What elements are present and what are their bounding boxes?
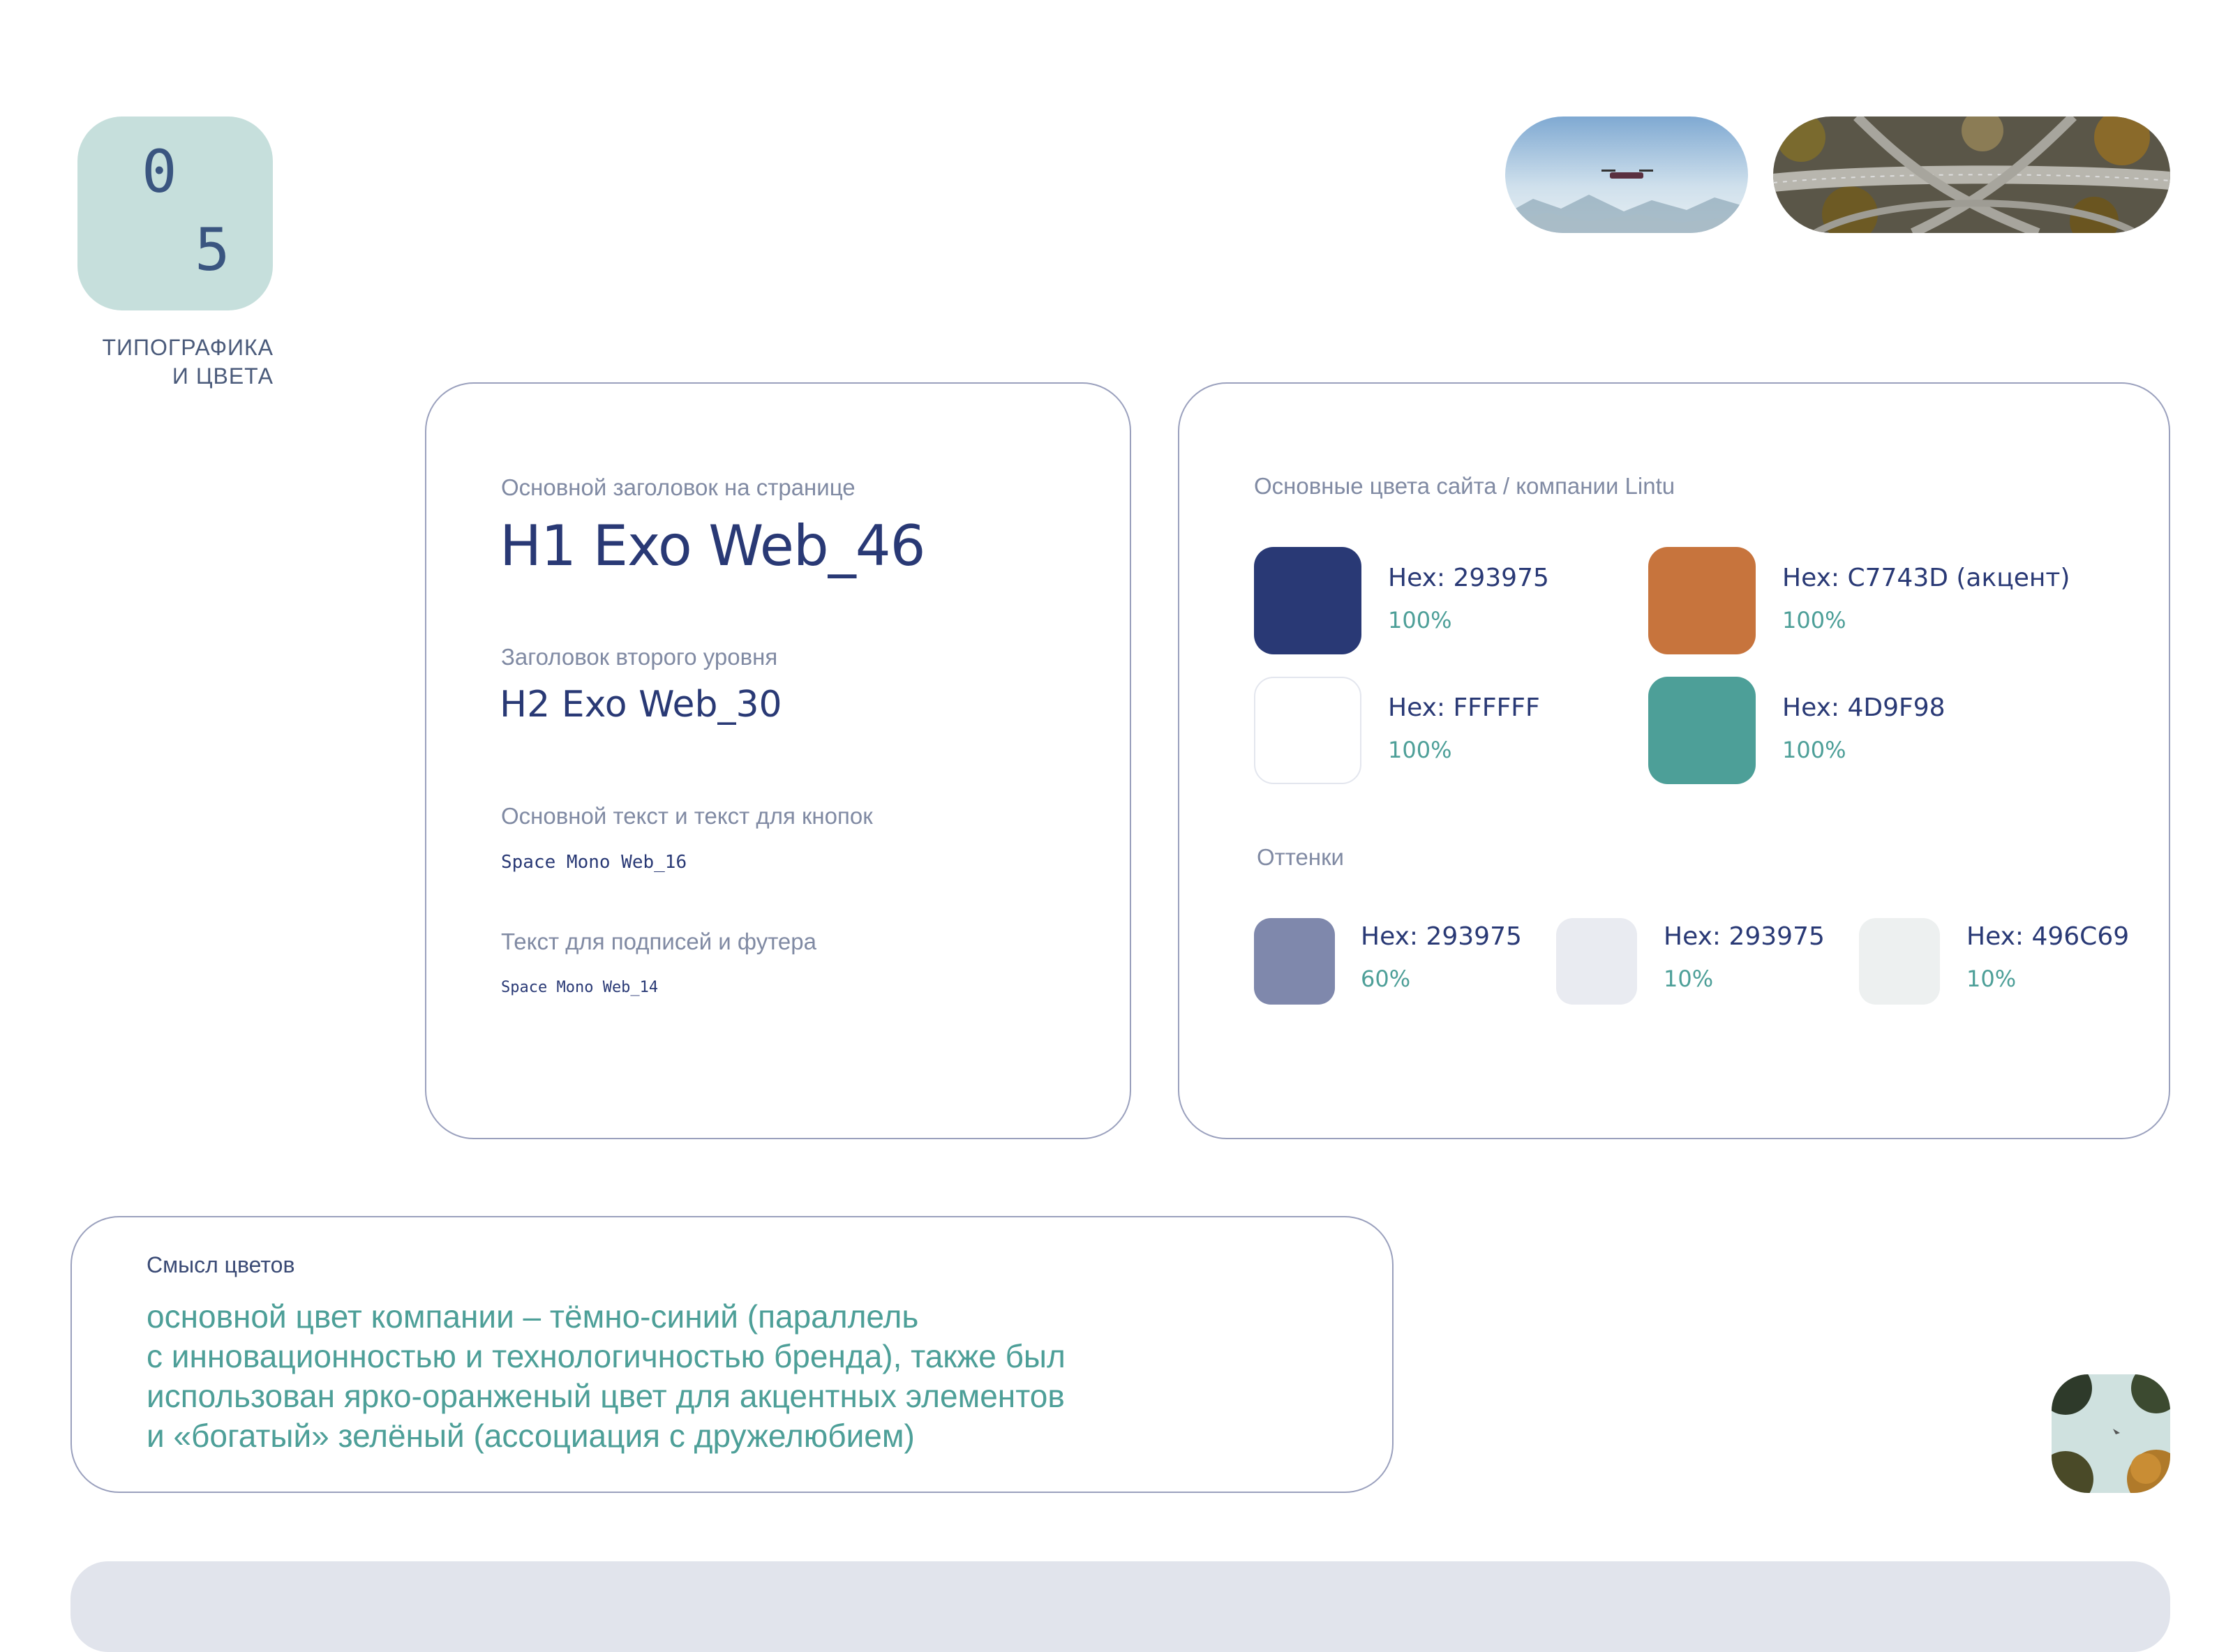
color-meaning-title: Смысл цветов [147, 1252, 295, 1277]
color-meaning-line1: основной цвет компании – тёмно-синий (па… [147, 1298, 919, 1335]
percent-accent-orange: 100% [1782, 607, 1846, 633]
typography-card: Основной заголовок на странице H1 Exo We… [425, 382, 1131, 1139]
section-number-second-digit: 5 [195, 216, 230, 284]
hex-shade-blue-10: Hex: 293975 [1664, 922, 1825, 951]
caption-label: Текст для подписей и футера [501, 929, 816, 954]
section-number-first-digit: 0 [142, 137, 177, 206]
caption-sample: Space Mono Web_14 [501, 979, 659, 996]
color-meaning-line4: и «богатый» зелёный (ассоциация с дружел… [147, 1418, 915, 1454]
trees-photo [2052, 1374, 2170, 1493]
percent-primary-blue: 100% [1388, 607, 1452, 633]
section-number-badge: 0 5 [77, 117, 273, 310]
h1-sample: H1 Exo Web_46 [500, 513, 925, 578]
swatch-green [1648, 677, 1756, 784]
color-meaning-line2: с инновационностью и технологичностью бр… [147, 1338, 1066, 1374]
hex-white: Hex: FFFFFF [1388, 693, 1540, 722]
bottom-bar [70, 1561, 2170, 1652]
hex-green: Hex: 4D9F98 [1782, 693, 1946, 722]
body-text-sample: Space Mono Web_16 [501, 852, 687, 873]
h2-sample: H2 Exo Web_30 [500, 684, 782, 726]
hex-accent-orange: Hex: C7743D (акцент) [1782, 564, 2070, 592]
section-title-line2: И ЦВЕТА [172, 363, 274, 389]
color-meaning-line3: использован ярко-оранженый цвет для акце… [147, 1378, 1065, 1414]
percent-white: 100% [1388, 737, 1452, 763]
section-title: ТИПОГРАФИКА И ЦВЕТА [42, 333, 274, 391]
hex-shade-blue-60: Hex: 293975 [1361, 922, 1522, 951]
percent-green: 100% [1782, 737, 1846, 763]
swatch-white [1254, 677, 1361, 784]
swatch-shade-blue-10 [1556, 918, 1637, 1005]
hex-shade-green-10: Hex: 496C69 [1966, 922, 2130, 951]
percent-shade-blue-60: 60% [1361, 966, 1411, 992]
percent-shade-blue-10: 10% [1664, 966, 1714, 992]
colors-card: Основные цвета сайта / компании Lintu He… [1178, 382, 2170, 1139]
body-text-label: Основной текст и текст для кнопок [501, 803, 873, 829]
shades-title: Оттенки [1257, 844, 1344, 870]
colors-title: Основные цвета сайта / компании Lintu [1254, 473, 1675, 499]
swatch-accent-orange [1648, 547, 1756, 654]
swatch-shade-green-10 [1859, 918, 1940, 1005]
drone-photo [1505, 117, 1748, 233]
color-meaning-card: Смысл цветов основной цвет компании – тё… [70, 1216, 1394, 1493]
highway-photo [1773, 117, 2170, 233]
section-title-line1: ТИПОГРАФИКА [102, 335, 274, 360]
h1-label: Основной заголовок на странице [501, 474, 856, 500]
percent-shade-green-10: 10% [1966, 966, 2017, 992]
h2-label: Заголовок второго уровня [501, 644, 778, 670]
swatch-shade-blue-60 [1254, 918, 1335, 1005]
swatch-primary-blue [1254, 547, 1361, 654]
hex-primary-blue: Hex: 293975 [1388, 564, 1549, 592]
color-meaning-text: основной цвет компании – тёмно-синий (па… [147, 1297, 1066, 1456]
